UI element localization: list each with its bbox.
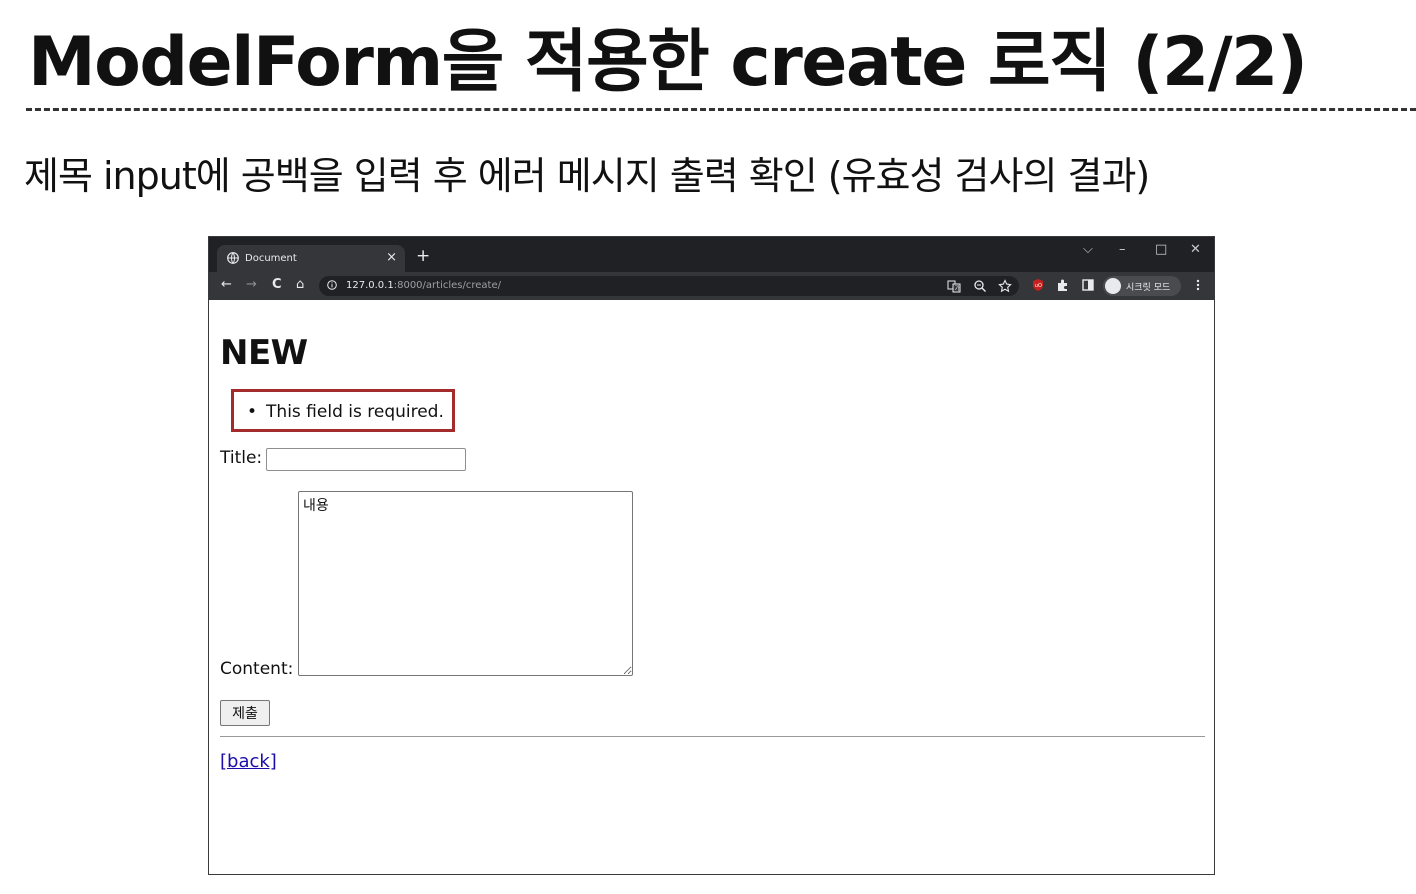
info-icon[interactable] bbox=[327, 280, 337, 290]
menu-icon[interactable] bbox=[1191, 278, 1205, 292]
page-content: NEW This field is required. Title: Conte… bbox=[209, 300, 1214, 874]
home-button[interactable]: ⌂ bbox=[296, 277, 304, 292]
error-message: This field is required. bbox=[247, 402, 444, 422]
page-divider bbox=[220, 736, 1205, 737]
error-list: This field is required. bbox=[247, 402, 444, 422]
tab-title: Document bbox=[245, 253, 297, 264]
back-link[interactable]: [back] bbox=[220, 751, 277, 772]
translate-icon[interactable]: 가 bbox=[947, 279, 961, 293]
minimize-button[interactable]: – bbox=[1119, 242, 1126, 257]
page-heading: NEW bbox=[220, 333, 308, 373]
address-bar[interactable]: 127.0.0.1:8000/articles/create/ 가 bbox=[319, 276, 1019, 296]
incognito-profile-button[interactable]: 시크릿 모드 bbox=[1103, 276, 1181, 296]
browser-toolbar: ← → C ⌂ 127.0.0.1:8000/articles/create/ … bbox=[209, 272, 1214, 300]
content-textarea[interactable]: 내용 bbox=[298, 491, 633, 676]
tab-document[interactable]: Document × bbox=[217, 245, 405, 272]
zoom-icon[interactable] bbox=[973, 279, 987, 293]
tab-search-icon[interactable]: ⌵ bbox=[1083, 242, 1093, 257]
new-tab-button[interactable]: + bbox=[416, 246, 430, 266]
close-window-button[interactable]: ✕ bbox=[1190, 242, 1201, 257]
title-label: Title: bbox=[220, 448, 263, 468]
sidepanel-icon[interactable] bbox=[1081, 278, 1095, 292]
tab-bar: Document × + ⌵ – □ ✕ bbox=[209, 237, 1214, 272]
globe-icon bbox=[227, 252, 239, 264]
incognito-icon bbox=[1105, 278, 1121, 294]
url-path: :8000/articles/create/ bbox=[393, 280, 501, 291]
star-icon[interactable] bbox=[998, 279, 1012, 293]
browser-window: Document × + ⌵ – □ ✕ ← → C ⌂ 127.0.0.1:8… bbox=[208, 236, 1215, 875]
tab-close-icon[interactable]: × bbox=[386, 250, 397, 265]
maximize-button[interactable]: □ bbox=[1155, 242, 1167, 257]
url-host: 127.0.0.1 bbox=[346, 280, 394, 291]
extensions-icon[interactable] bbox=[1056, 278, 1070, 292]
content-label: Content: bbox=[220, 659, 294, 679]
title-input[interactable] bbox=[266, 448, 466, 471]
title-divider bbox=[26, 108, 1416, 111]
svg-text:uO: uO bbox=[1035, 283, 1042, 289]
profile-label: 시크릿 모드 bbox=[1126, 283, 1171, 293]
slide-subtitle: 제목 input에 공백을 입력 후 에러 메시지 출력 확인 (유효성 검사의… bbox=[24, 154, 1150, 198]
ublock-icon[interactable]: uO bbox=[1031, 278, 1045, 292]
reload-button[interactable]: C bbox=[272, 277, 282, 292]
slide-title: ModelForm을 적용한 create 로직 (2/2) bbox=[28, 23, 1308, 102]
url-text: 127.0.0.1:8000/articles/create/ bbox=[346, 280, 501, 291]
svg-text:가: 가 bbox=[955, 285, 961, 293]
back-button[interactable]: ← bbox=[221, 277, 232, 292]
forward-button[interactable]: → bbox=[246, 277, 257, 292]
submit-button[interactable]: 제출 bbox=[220, 700, 270, 726]
